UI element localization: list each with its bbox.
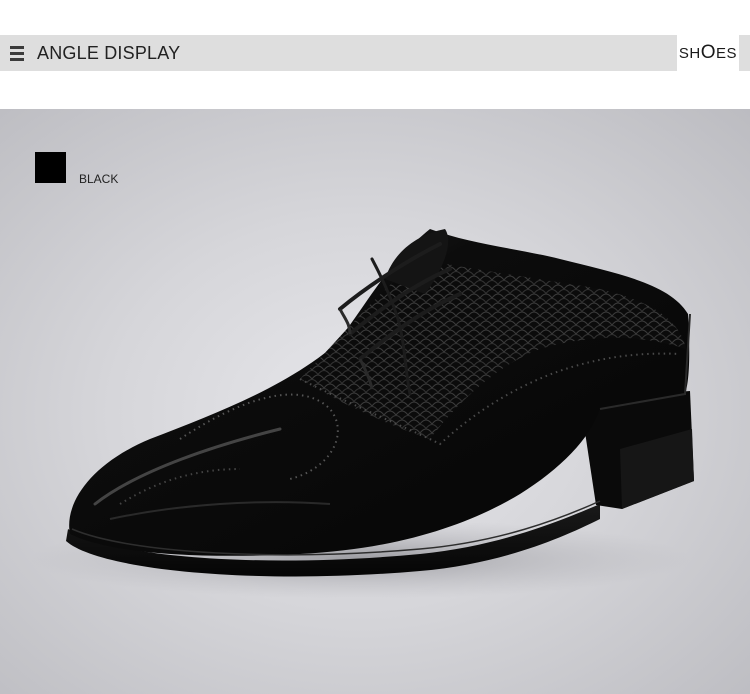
shoe-image <box>30 229 694 599</box>
section-title: ANGLE DISPLAY <box>37 43 181 63</box>
brand-middle: O <box>700 42 717 63</box>
menu-icon <box>10 46 24 62</box>
brand-label: SH O ES <box>677 35 739 71</box>
brand-suffix: ES <box>716 44 738 62</box>
section-header: ANGLE DISPLAY SH O ES <box>0 35 750 71</box>
product-photo: BLACK <box>0 109 750 694</box>
brand-prefix: SH <box>678 44 701 62</box>
